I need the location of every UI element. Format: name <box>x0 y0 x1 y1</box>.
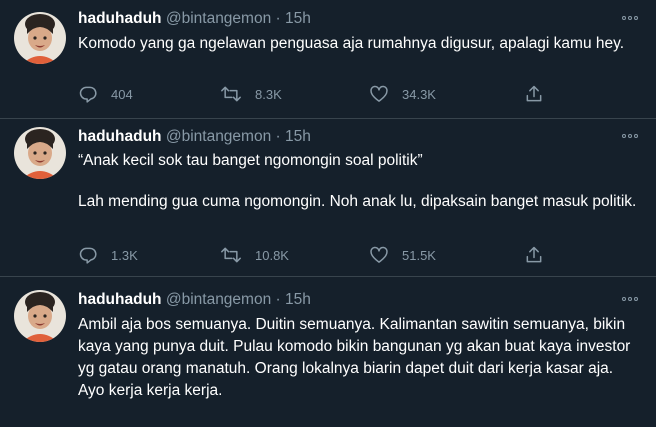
reply-button[interactable]: 404 <box>78 83 133 105</box>
share-icon <box>526 246 542 263</box>
more-options-icon[interactable] <box>620 8 640 28</box>
retweet-count: 10.8K <box>255 247 289 263</box>
retweet-count: 8.3K <box>255 86 282 102</box>
like-button[interactable]: 34.3K <box>369 83 436 105</box>
tweet-header: haduhaduh @bintangemon · 15h <box>78 127 311 147</box>
user-handle[interactable]: @bintangemon <box>166 128 271 145</box>
share-button[interactable] <box>524 83 544 105</box>
retweet-button[interactable]: 8.3K <box>220 83 282 105</box>
tweet-header: haduhaduh @bintangemon · 15h <box>78 9 311 29</box>
reply-count: 1.3K <box>111 247 138 263</box>
tweet[interactable]: haduhaduh @bintangemon · 15h “Anak kecil… <box>0 119 656 277</box>
heart-icon <box>370 246 388 263</box>
timestamp[interactable]: · 15h <box>276 128 311 145</box>
like-count: 51.5K <box>402 247 436 263</box>
tweet[interactable]: haduhaduh @bintangemon · 15h Komodo yang… <box>0 0 656 119</box>
reply-icon <box>79 86 97 103</box>
user-handle[interactable]: @bintangemon <box>166 10 271 27</box>
tweet-actions: 404 8.3K 34.3K <box>78 83 638 105</box>
timestamp[interactable]: · 15h <box>276 10 311 27</box>
share-button[interactable] <box>524 244 544 266</box>
like-button[interactable]: 51.5K <box>369 244 436 266</box>
tweet[interactable]: haduhaduh @bintangemon · 15h Ambil aja b… <box>0 277 656 427</box>
avatar[interactable] <box>14 290 66 342</box>
tweet-text: Ambil aja bos semuanya. Duitin semuanya.… <box>78 314 644 402</box>
tweet-header: haduhaduh @bintangemon · 15h <box>78 290 311 310</box>
retweet-icon <box>221 247 241 263</box>
tweet-paragraph: Lah mending gua cuma ngomongin. Noh anak… <box>78 193 637 210</box>
tweet-paragraph: Ayo kerja kerja kerja. <box>78 382 223 399</box>
reply-button[interactable]: 1.3K <box>78 244 138 266</box>
tweet-text: Komodo yang ga ngelawan penguasa aja rum… <box>78 33 644 55</box>
timestamp[interactable]: · 15h <box>276 291 311 308</box>
more-options-icon[interactable] <box>620 126 640 146</box>
timeline: haduhaduh @bintangemon · 15h Komodo yang… <box>0 0 656 427</box>
heart-icon <box>370 85 388 102</box>
tweet-paragraph: Komodo yang ga ngelawan penguasa aja rum… <box>78 35 625 52</box>
user-handle[interactable]: @bintangemon <box>166 291 271 308</box>
tweet-paragraph: “Anak kecil sok tau banget ngomongin soa… <box>78 152 423 169</box>
tweet-paragraph: Ambil aja bos semuanya. Duitin semuanya.… <box>78 316 631 377</box>
avatar[interactable] <box>14 127 66 179</box>
tweet-actions: 1.3K 10.8K 51.5K <box>78 244 638 266</box>
avatar[interactable] <box>14 12 66 64</box>
reply-count: 404 <box>111 86 133 102</box>
like-count: 34.3K <box>402 86 436 102</box>
retweet-icon <box>221 86 241 102</box>
display-name[interactable]: haduhaduh <box>78 10 162 27</box>
display-name[interactable]: haduhaduh <box>78 291 162 308</box>
tweet-text: “Anak kecil sok tau banget ngomongin soa… <box>78 150 644 213</box>
more-options-icon[interactable] <box>620 289 640 309</box>
share-icon <box>526 85 542 102</box>
display-name[interactable]: haduhaduh <box>78 128 162 145</box>
retweet-button[interactable]: 10.8K <box>220 244 289 266</box>
reply-icon <box>79 247 97 264</box>
